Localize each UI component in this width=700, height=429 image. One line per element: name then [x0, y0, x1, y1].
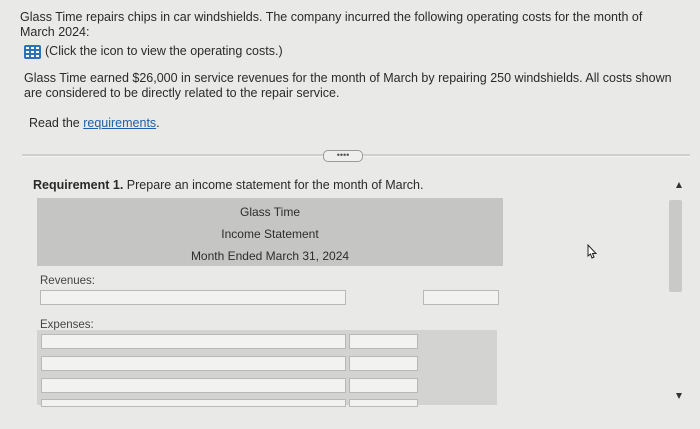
statement-title: Income Statement — [221, 227, 319, 241]
read-prefix: Read the — [29, 116, 84, 130]
operating-costs-link[interactable]: (Click the icon to view the operating co… — [24, 44, 283, 59]
expense-label-input-2[interactable] — [41, 356, 346, 371]
operating-costs-link-text[interactable]: (Click the icon to view the operating co… — [45, 44, 283, 59]
revenue-label-input[interactable] — [40, 290, 346, 305]
read-requirements-line: Read the requirements. — [29, 116, 160, 131]
company-name: Glass Time — [239, 205, 300, 219]
scroll-up-icon[interactable] — [676, 181, 682, 190]
statement-period: Month Ended March 31, 2024 — [190, 249, 350, 263]
revenue-amount-input[interactable] — [423, 290, 499, 305]
expense-label-input-1[interactable] — [41, 334, 346, 349]
scroll-down-icon[interactable] — [676, 392, 682, 401]
expense-label-input-3[interactable] — [41, 378, 346, 393]
mouse-pointer-icon — [585, 243, 599, 265]
calculator-icon[interactable] — [24, 44, 41, 59]
statement-header: Glass Time Income Statement Month Ended … — [37, 198, 503, 266]
expense-amount-input-1[interactable] — [349, 334, 418, 349]
intro-text: Glass Time repairs chips in car windshie… — [20, 10, 643, 39]
requirements-link[interactable]: requirements — [83, 116, 156, 130]
expense-amount-input-3[interactable] — [349, 378, 418, 393]
expand-button[interactable]: •••• — [323, 150, 363, 162]
expense-amount-input-2[interactable] — [349, 356, 418, 371]
requirement-number: Requirement 1. — [33, 178, 124, 192]
requirement-title: Requirement 1. Prepare an income stateme… — [33, 178, 423, 192]
scrollbar-thumb[interactable] — [669, 200, 682, 292]
requirement-text: Prepare an income statement for the mont… — [123, 178, 424, 192]
revenues-label: Revenues: — [40, 275, 95, 287]
expense-label-input-4[interactable] — [41, 399, 346, 407]
read-suffix: . — [156, 116, 160, 130]
expense-amount-input-4[interactable] — [349, 399, 418, 407]
revenue-description: Glass Time earned $26,000 in service rev… — [24, 71, 672, 100]
